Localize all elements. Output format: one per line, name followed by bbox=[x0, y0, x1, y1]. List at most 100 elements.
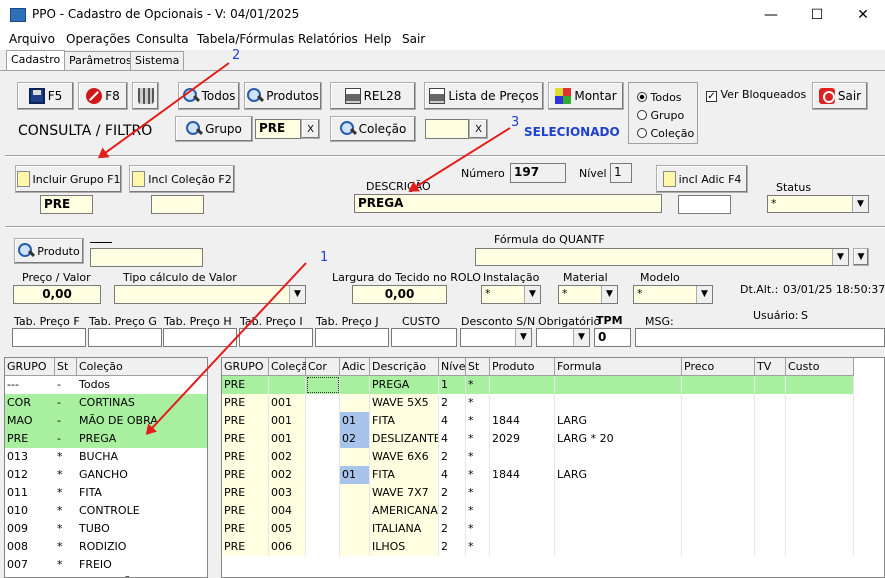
annotation-label-2: 2 bbox=[232, 48, 241, 63]
save-icon bbox=[28, 88, 45, 104]
table-row[interactable]: PRE 004 AMERICANA 2 * bbox=[222, 502, 854, 520]
tab-preco-i-input[interactable] bbox=[239, 328, 313, 347]
table-row[interactable]: 007 * FREIO bbox=[5, 556, 207, 574]
produto-input[interactable] bbox=[90, 248, 203, 267]
window-title: PPO - Cadastro de Opcionais - V: 04/01/2… bbox=[32, 7, 300, 21]
grupo-filter-input[interactable]: PRE bbox=[255, 119, 301, 139]
radio-grupo[interactable]: Grupo bbox=[637, 109, 684, 122]
table-cell: * bbox=[466, 466, 490, 484]
table-row[interactable]: PRE 003 WAVE 7X7 2 * bbox=[222, 484, 854, 502]
minimize-button[interactable]: — bbox=[748, 0, 794, 30]
table-row[interactable]: 008 * RODIZIO bbox=[5, 538, 207, 556]
grupo-filter-button[interactable]: Grupo bbox=[175, 116, 253, 142]
montar-button[interactable]: Montar bbox=[548, 82, 624, 110]
msg-input[interactable] bbox=[635, 328, 885, 347]
table-row[interactable]: PRE 005 ITALIANA 2 * bbox=[222, 520, 854, 538]
tab-preco-h-input[interactable] bbox=[163, 328, 237, 347]
ver-bloqueados-checkbox[interactable]: ✓ Ver Bloqueados bbox=[706, 88, 806, 102]
menu-tabela-formulas[interactable]: Tabela/Fórmulas bbox=[197, 32, 294, 46]
radio-colecao[interactable]: Coleção bbox=[637, 127, 694, 140]
table-row[interactable]: 010 * CONTROLE bbox=[5, 502, 207, 520]
table-cell: * bbox=[466, 538, 490, 556]
rel28-button[interactable]: REL28 bbox=[330, 82, 416, 110]
clear-colecao-button[interactable]: X bbox=[469, 119, 488, 139]
table-row[interactable]: PRE 001 01 FITA 4 * 1844 LARG bbox=[222, 412, 854, 430]
preco-input[interactable]: 0,00 bbox=[13, 285, 101, 304]
status-select[interactable]: * ▼ bbox=[767, 195, 869, 213]
table-row[interactable]: --- - Todos bbox=[5, 376, 207, 394]
tab-parametros[interactable]: Parâmetros bbox=[64, 51, 137, 70]
table-row[interactable]: PRE 001 WAVE 5X5 2 * bbox=[222, 394, 854, 412]
menu-sair[interactable]: Sair bbox=[402, 32, 425, 46]
table-row[interactable]: PRE 006 ILHOS 2 * bbox=[222, 538, 854, 556]
maximize-button[interactable]: ☐ bbox=[794, 0, 840, 30]
chevron-down-icon: ▼ bbox=[696, 286, 712, 303]
tab-preco-f-input[interactable] bbox=[12, 328, 86, 347]
largura-input[interactable]: 0,00 bbox=[352, 285, 447, 304]
tpm-input[interactable]: 0 bbox=[594, 328, 631, 347]
table-row[interactable]: PRE 002 WAVE 6X6 2 * bbox=[222, 448, 854, 466]
table-row[interactable]: 012 * GANCHO bbox=[5, 466, 207, 484]
table-row[interactable]: COR - CORTINAS bbox=[5, 394, 207, 412]
descricao-input[interactable]: PREGA bbox=[354, 194, 662, 213]
colecao-filter-button[interactable]: Coleção bbox=[330, 116, 416, 142]
incl-adic-button[interactable]: incl Adic F4 bbox=[656, 165, 748, 193]
table-row[interactable]: PRE 001 02 DESLIZANTE 4 * 2029 LARG * 20 bbox=[222, 430, 854, 448]
table-cell: * bbox=[466, 412, 490, 430]
table-cell: 009 bbox=[7, 522, 28, 535]
tab-cadastro[interactable]: Cadastro bbox=[6, 50, 66, 71]
delete-button[interactable] bbox=[132, 82, 159, 110]
incl-colecao-button[interactable]: Incl Coleção F2 bbox=[129, 165, 235, 193]
table-cell: 004 bbox=[269, 502, 306, 520]
colecao-filter-input[interactable] bbox=[425, 119, 469, 139]
lista-precos-button[interactable]: Lista de Preços bbox=[424, 82, 544, 110]
tab-preco-j-input[interactable] bbox=[315, 328, 389, 347]
menu-consulta[interactable]: Consulta bbox=[136, 32, 189, 46]
formula-select[interactable]: ▼ bbox=[475, 248, 849, 266]
table-cell: 1844 bbox=[490, 412, 555, 430]
radio-todos[interactable]: Todos bbox=[637, 91, 682, 104]
adic-input[interactable] bbox=[678, 195, 731, 214]
custo-input[interactable] bbox=[391, 328, 457, 347]
tab-preco-g-input[interactable] bbox=[88, 328, 162, 347]
menu-arquivo[interactable]: Arquivo bbox=[9, 32, 55, 46]
table-cell bbox=[786, 430, 854, 448]
sair-button[interactable]: Sair bbox=[812, 82, 868, 110]
modelo-select[interactable]: * ▼ bbox=[633, 285, 713, 304]
table-cell: PRE bbox=[222, 448, 269, 466]
todos-button[interactable]: Todos bbox=[178, 82, 240, 110]
material-select[interactable]: * ▼ bbox=[558, 285, 618, 304]
produtos-button[interactable]: Produtos bbox=[244, 82, 322, 110]
grupo-input[interactable]: PRE bbox=[40, 195, 93, 214]
table-row[interactable]: 009 * TUBO bbox=[5, 520, 207, 538]
modelo-label: Modelo bbox=[640, 271, 680, 284]
table-row[interactable]: MAO - MÃO DE OBRA bbox=[5, 412, 207, 430]
desconto-select[interactable]: ▼ bbox=[460, 328, 532, 347]
menu-relatorios[interactable]: Relatórios bbox=[298, 32, 358, 46]
f8-button[interactable]: F8 bbox=[78, 82, 128, 110]
table-row[interactable]: PRE PREGA 1 * bbox=[222, 376, 854, 394]
table-row[interactable]: PRE - PREGA bbox=[5, 430, 207, 448]
obrigatorio-select[interactable]: ▼ bbox=[536, 328, 590, 347]
table-row[interactable]: PRE 002 01 FITA 4 * 1844 LARG bbox=[222, 466, 854, 484]
clear-grupo-button[interactable]: X bbox=[301, 119, 320, 139]
table-row[interactable]: 011 * FITA bbox=[5, 484, 207, 502]
colecao-input[interactable] bbox=[151, 195, 204, 214]
produto-button[interactable]: Produto bbox=[14, 238, 84, 264]
incluir-grupo-button[interactable]: Incluir Grupo F1 bbox=[15, 165, 122, 193]
table-cell: BUCHA bbox=[79, 450, 119, 463]
table-row[interactable]: 006*OPERAÇÃO bbox=[5, 574, 207, 577]
table-cell bbox=[755, 376, 786, 394]
table-row[interactable]: 013 * BUCHA bbox=[5, 448, 207, 466]
f5-button[interactable]: F5 bbox=[17, 82, 74, 110]
formula-dropdown-button[interactable]: ▼ bbox=[853, 248, 869, 266]
grid-splitter[interactable] bbox=[210, 357, 220, 578]
menu-help[interactable]: Help bbox=[364, 32, 391, 46]
document-icon bbox=[132, 171, 146, 187]
menu-operacoes[interactable]: Operações bbox=[66, 32, 130, 46]
instalacao-select[interactable]: * ▼ bbox=[481, 285, 541, 304]
close-button[interactable]: ✕ bbox=[840, 0, 885, 30]
table-cell: * bbox=[57, 450, 63, 463]
tab-sistema[interactable]: Sistema bbox=[130, 51, 185, 70]
table-cell bbox=[682, 394, 755, 412]
